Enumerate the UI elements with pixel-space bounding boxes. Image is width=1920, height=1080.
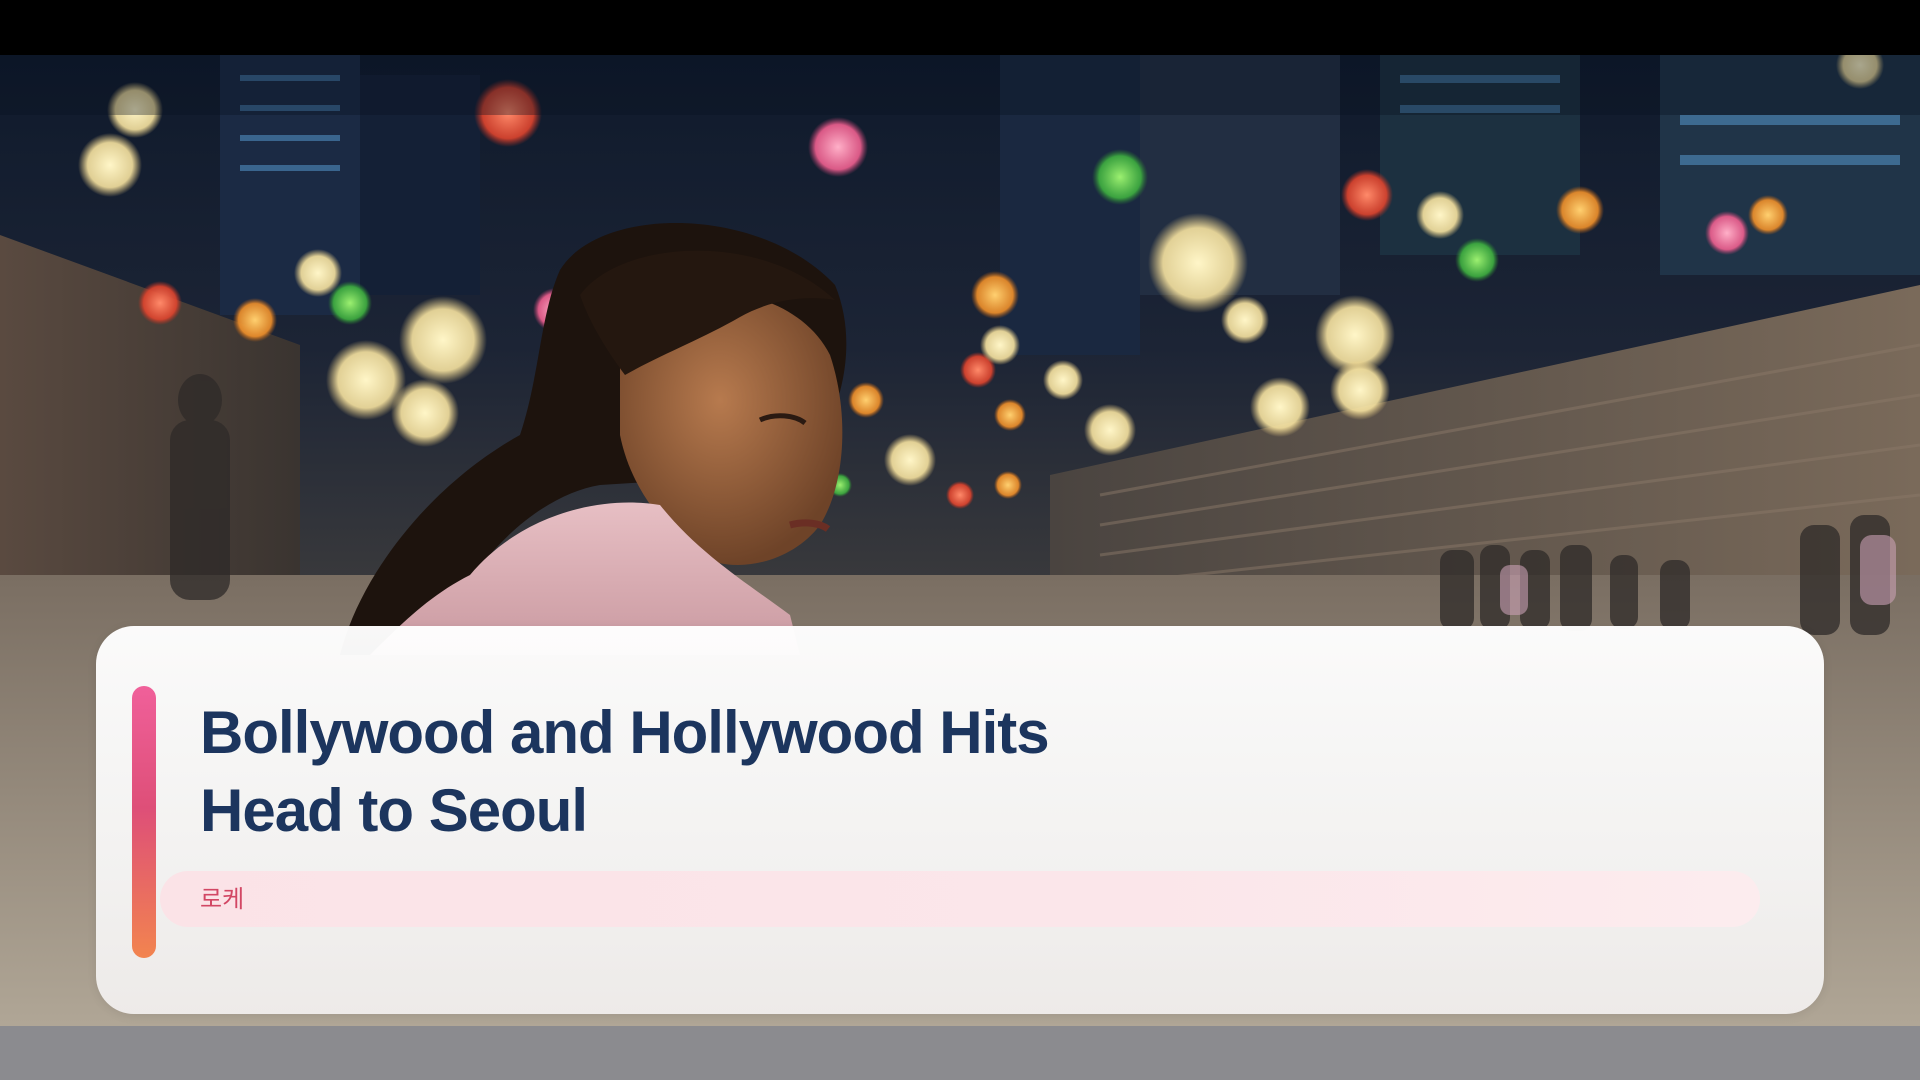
- headline: Bollywood and Hollywood Hits Head to Seo…: [200, 694, 1050, 850]
- headline-line-2: Head to Seoul: [200, 777, 588, 844]
- tag-label: 로케: [200, 885, 245, 913]
- letterbox-top: [0, 0, 1920, 55]
- headline-card: Bollywood and Hollywood Hits Head to Seo…: [96, 626, 1824, 1014]
- slide-frame: Bollywood and Hollywood Hits Head to Seo…: [0, 0, 1920, 1080]
- headline-line-1: Bollywood and Hollywood Hits: [200, 699, 1050, 766]
- letterbox-bottom: [0, 1026, 1920, 1080]
- accent-bar: [132, 686, 156, 958]
- tag-pill: [160, 871, 1760, 927]
